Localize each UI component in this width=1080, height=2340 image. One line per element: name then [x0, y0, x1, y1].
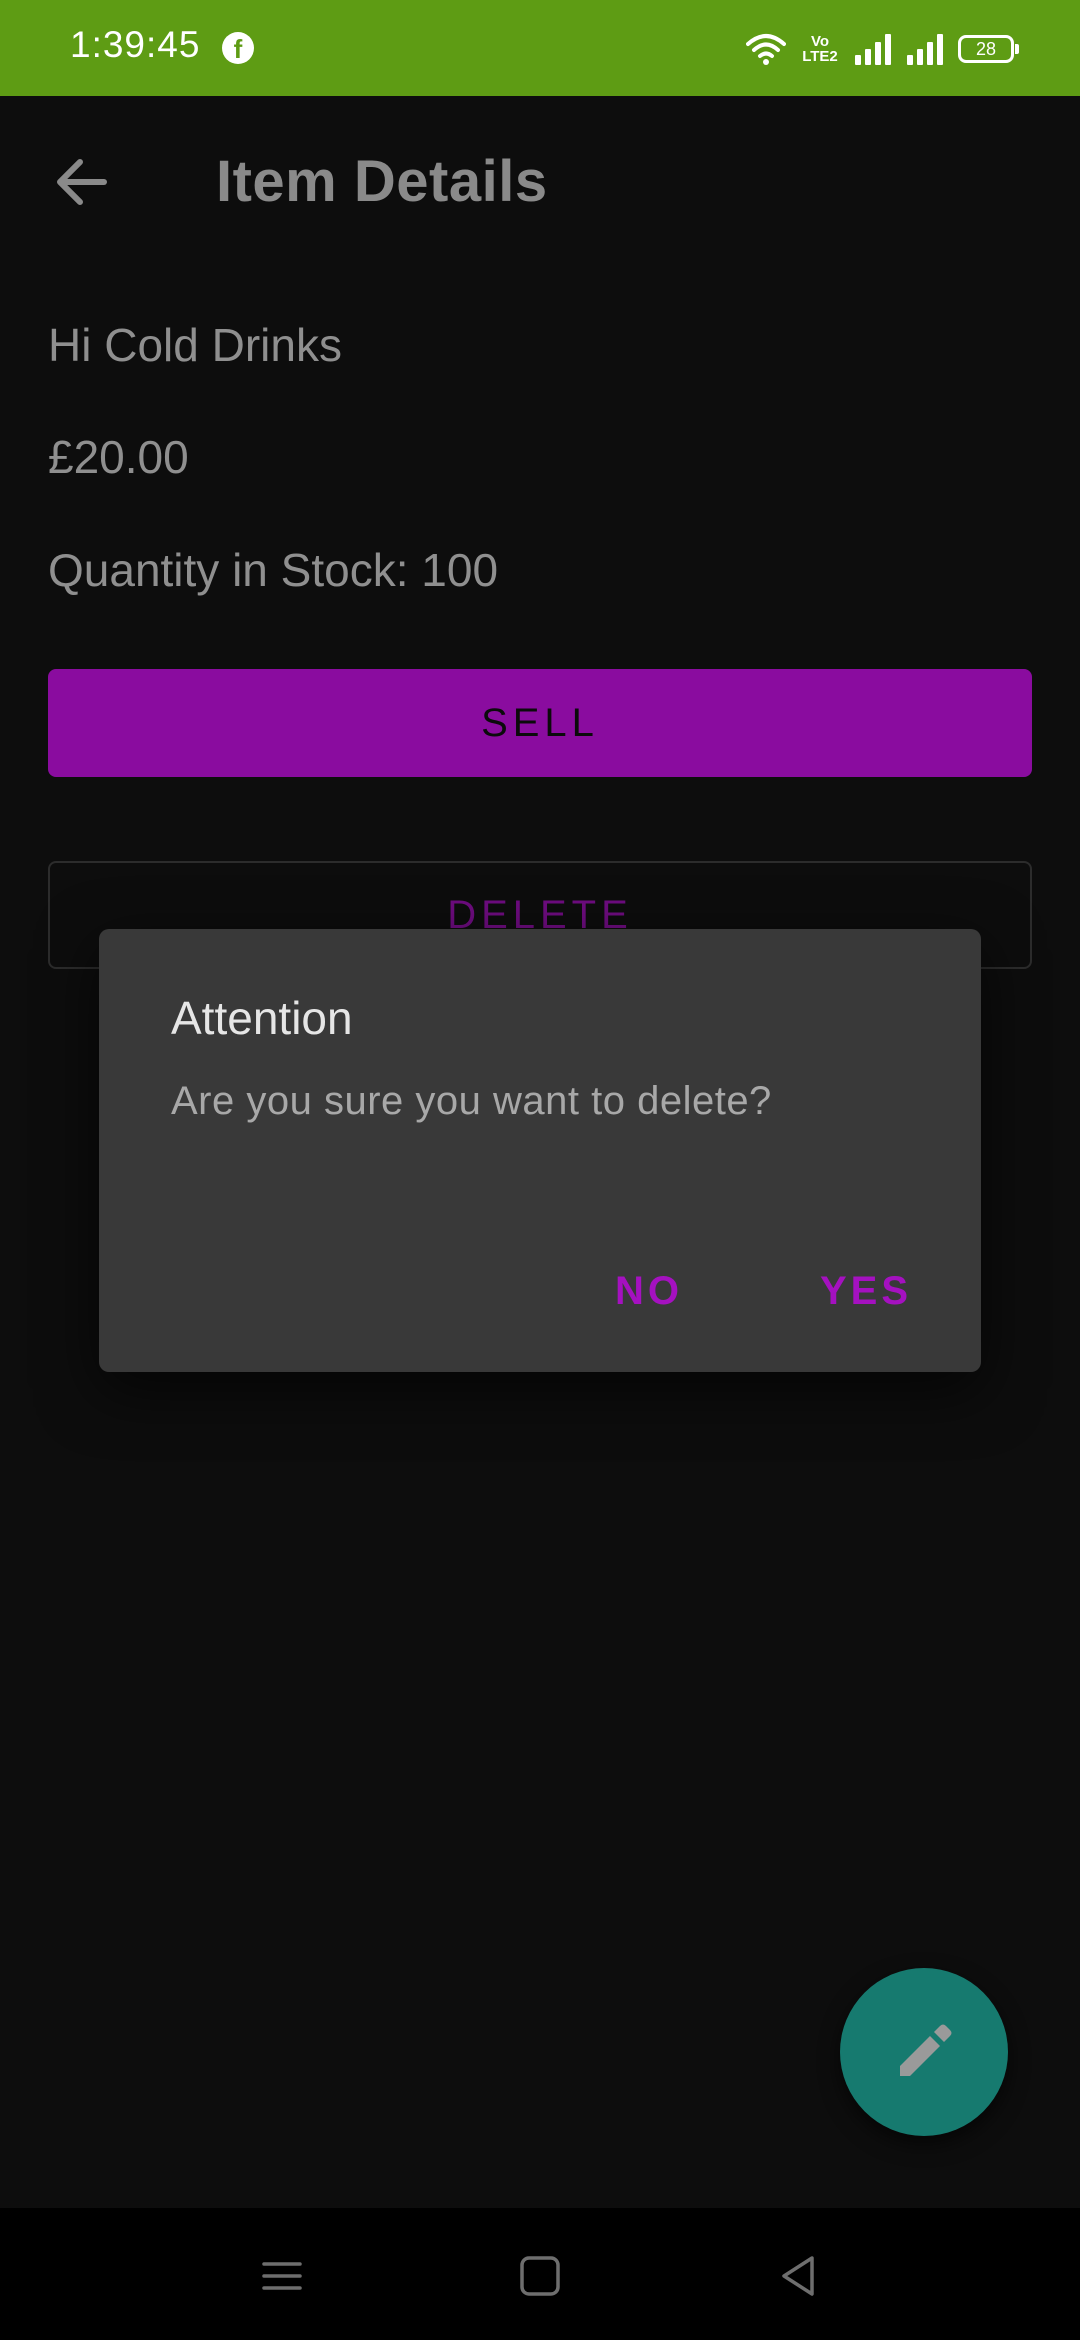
menu-icon[interactable] — [254, 2248, 310, 2304]
dialog-no-button[interactable]: NO — [615, 1269, 683, 1314]
app-bar: Item Details — [0, 96, 1080, 266]
screen: 1:39:45 f Vo LTE2 28 Item Details Hi Col… — [0, 0, 1080, 2340]
volte-label-top: Vo — [810, 33, 830, 50]
edit-fab-button[interactable] — [840, 1968, 1008, 2136]
dialog-title: Attention — [171, 992, 353, 1044]
item-name: Hi Cold Drinks — [48, 319, 342, 371]
back-triangle-icon[interactable] — [770, 2248, 826, 2304]
item-quantity: Quantity in Stock: 100 — [48, 544, 499, 596]
signal-icon — [907, 34, 943, 65]
status-bar: 1:39:45 f Vo LTE2 28 — [0, 0, 1080, 96]
dialog-yes-button[interactable]: YES — [820, 1269, 912, 1314]
status-time: 1:39:45 — [70, 24, 201, 65]
arrow-back-icon — [57, 159, 107, 205]
back-button[interactable] — [40, 140, 124, 224]
wifi-icon — [746, 34, 786, 65]
dialog-message: Are you sure you want to delete? — [171, 1079, 772, 1123]
signal-icon — [855, 34, 891, 65]
home-square-icon[interactable] — [512, 2248, 568, 2304]
facebook-icon: f — [222, 32, 254, 64]
volte-label-bottom: LTE2 — [802, 48, 838, 65]
pencil-edit-icon — [900, 2024, 952, 2076]
volte-icon: Vo LTE2 — [800, 34, 840, 64]
status-icons: Vo LTE2 28 — [746, 26, 1019, 72]
battery-level: 28 — [975, 39, 997, 59]
battery-icon: 28 — [958, 35, 1019, 63]
delete-confirm-dialog: Attention Are you sure you want to delet… — [99, 929, 981, 1372]
page-title: Item Details — [216, 149, 548, 214]
sell-button[interactable]: SELL — [48, 669, 1032, 777]
system-nav-bar — [0, 2208, 1080, 2340]
item-price: £20.00 — [48, 431, 189, 483]
